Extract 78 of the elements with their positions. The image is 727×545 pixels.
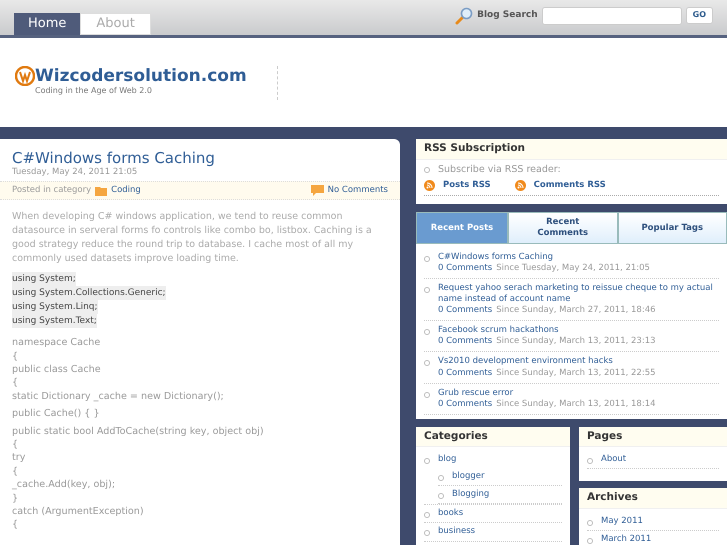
bullet-icon xyxy=(424,329,430,336)
code-line: { xyxy=(12,438,20,452)
site-title[interactable]: Wizcodersolution.com xyxy=(35,66,247,84)
post-link[interactable]: C#Windows forms Caching xyxy=(438,252,650,264)
bullet-icon xyxy=(424,360,430,366)
code-line: { xyxy=(12,350,20,363)
archive-link[interactable]: May 2011 xyxy=(601,516,643,528)
bullet-icon xyxy=(424,512,430,518)
code-line: try xyxy=(12,451,26,465)
post-date: Since Sunday, March 13, 2011, 22:55 xyxy=(496,368,656,378)
bullet-icon xyxy=(424,287,430,294)
category-link[interactable]: business xyxy=(438,526,476,538)
bullet-icon xyxy=(587,458,593,464)
sidebar-tab[interactable]: Recent Comments xyxy=(508,212,618,244)
bullet-icon xyxy=(587,538,593,544)
post-link[interactable]: Facebook scrum hackathons xyxy=(438,325,656,336)
search-label: Blog Search xyxy=(477,10,538,22)
rss-link[interactable]: Comments RSS xyxy=(534,180,606,192)
category-link[interactable]: books xyxy=(438,508,464,520)
category-link[interactable]: Coding xyxy=(111,185,141,196)
comments-link[interactable]: No Comments xyxy=(328,185,388,196)
rss-link[interactable]: Posts RSS xyxy=(443,180,491,192)
post-intro: When developing C# windows application, we tend to reuse common datasource in serveral forms fo controls like combo bo, listbox. Caching is a good strategy reduce the round trip to database. I cache most of all my commonly used datasets improve loading time. xyxy=(12,210,373,266)
post-date: Since Tuesday, May 24, 2011, 21:05 xyxy=(496,263,650,274)
post-date: Since Sunday, March 27, 2011, 18:46 xyxy=(496,305,656,316)
bullet-icon xyxy=(424,392,430,398)
post-link[interactable]: Vs2010 development environment hacks xyxy=(438,356,656,368)
panel-title: Categories xyxy=(416,426,570,448)
code-line: } xyxy=(12,492,20,505)
bullet-icon xyxy=(424,458,430,464)
category-link[interactable]: Blogging xyxy=(452,489,490,500)
comments-link[interactable]: 0 Comments xyxy=(438,368,492,378)
search-field[interactable] xyxy=(542,6,682,24)
panel-title: RSS Subscription xyxy=(416,139,727,160)
category-label: Posted in category xyxy=(12,185,92,196)
logo-icon xyxy=(15,66,35,86)
comment-icon xyxy=(310,185,324,196)
rss-text: Subscribe via RSS reader: xyxy=(438,164,561,176)
bullet-icon xyxy=(587,520,593,526)
comments-link[interactable]: 0 Comments xyxy=(438,263,492,274)
post-date: Tuesday, May 24, 2011 21:05 xyxy=(12,167,138,178)
bullet-icon xyxy=(424,530,430,536)
post-date: Since Sunday, March 13, 2011, 23:13 xyxy=(496,336,656,346)
code-line: { xyxy=(12,464,20,478)
bullet-icon xyxy=(438,493,444,500)
code-line: public Cache() { } xyxy=(12,407,101,421)
post-date: Since Sunday, March 13, 2011, 18:14 xyxy=(496,398,656,409)
page-link[interactable]: About xyxy=(601,454,626,466)
search-icon xyxy=(455,6,474,24)
code-line: static Dictionary _cache = new Dictionary(); xyxy=(12,390,225,404)
bullet-icon xyxy=(438,475,444,482)
go-button[interactable]: GO xyxy=(686,7,713,24)
rss-icon xyxy=(424,180,435,191)
site-tagline: Coding in the Age of Web 2.0 xyxy=(34,86,153,96)
comments-link[interactable]: 0 Comments xyxy=(438,398,492,409)
code-line: catch (ArgumentException) xyxy=(12,504,145,518)
post-title[interactable]: C#Windows forms Caching xyxy=(12,149,388,167)
comments-link[interactable]: 0 Comments xyxy=(438,336,492,346)
sidebar-tab[interactable]: Popular Tags xyxy=(618,212,727,244)
bullet-icon xyxy=(424,256,430,262)
code-line: { xyxy=(12,518,20,532)
archive-link[interactable]: March 2011 xyxy=(601,534,652,545)
code-line: public static bool AddToCache(string key, object obj) xyxy=(12,424,265,438)
rss-icon xyxy=(514,180,526,191)
category-link[interactable]: blogger xyxy=(452,471,484,482)
bullet-icon xyxy=(424,166,430,173)
code-line: _cache.Add(key, obj); xyxy=(12,478,116,492)
comments-link[interactable]: 0 Comments xyxy=(438,305,492,316)
nav-tab[interactable]: Home xyxy=(14,13,80,35)
code-line: namespace Cache xyxy=(12,336,102,350)
code-line: public class Cache xyxy=(12,362,102,376)
post-link[interactable]: Grub rescue error xyxy=(438,388,656,399)
category-link[interactable]: blog xyxy=(438,454,456,466)
panel-title: Archives xyxy=(579,488,727,509)
post-link[interactable]: Request yahoo serach marketing to reissue cheque to my actual name instead of account name xyxy=(438,283,719,306)
panel-title: Pages xyxy=(579,426,727,448)
folder-icon xyxy=(95,186,108,196)
code-line: { xyxy=(12,376,20,390)
